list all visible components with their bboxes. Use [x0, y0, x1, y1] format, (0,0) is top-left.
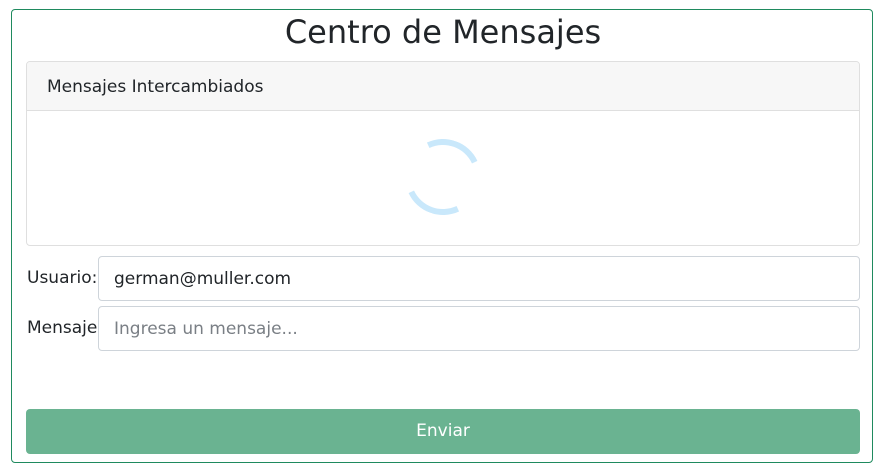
user-email-input[interactable] [98, 256, 860, 301]
page-title: Centro de Mensajes [284, 13, 602, 51]
message-row: Mensaje [26, 306, 860, 351]
messages-panel: Mensajes Intercambiados [26, 61, 860, 246]
loading-spinner-icon [394, 128, 492, 226]
message-input[interactable] [98, 306, 860, 351]
send-button[interactable]: Enviar [26, 409, 860, 454]
messages-list [27, 111, 859, 245]
messages-panel-header: Mensajes Intercambiados [27, 62, 859, 111]
user-label: Usuario: [27, 268, 98, 288]
user-row: Usuario: [26, 256, 860, 301]
message-label: Mensaje [27, 318, 98, 338]
